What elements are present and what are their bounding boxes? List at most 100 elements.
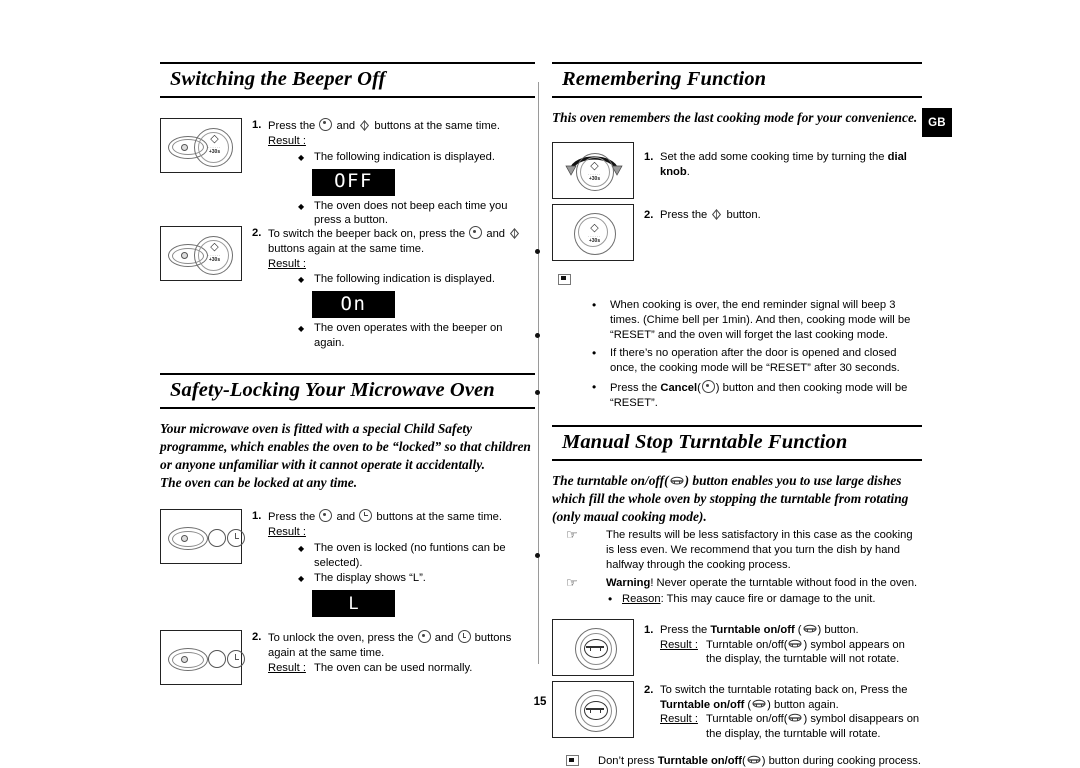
cancel-button-icon bbox=[701, 380, 715, 394]
left-column: Switching the Beeper Off ◇ ······ +30s 1… bbox=[160, 62, 535, 686]
page-number: 15 bbox=[533, 696, 547, 708]
cancel-button-icon bbox=[319, 117, 333, 131]
step-text-mid: and bbox=[486, 228, 506, 241]
step-body: 2. To unlock the oven, press the and but… bbox=[252, 630, 535, 675]
clock-button-icon bbox=[359, 509, 373, 523]
turntable-onoff-label: Turntable on/off bbox=[657, 755, 743, 768]
turntable-icon bbox=[747, 755, 761, 765]
step-text-before: Press the bbox=[660, 208, 708, 221]
turntable-onoff-label: Turntable on/off bbox=[710, 623, 795, 636]
start-button-icon bbox=[711, 208, 722, 220]
step-text-before: To switch the beeper back on, press the bbox=[268, 228, 466, 241]
bullet-text: The oven operates with the beeper on aga… bbox=[314, 322, 503, 350]
start-plus30-label: +30s bbox=[208, 257, 221, 264]
section-title-beeper: Switching the Beeper Off bbox=[160, 62, 535, 98]
step-text-before: To unlock the oven, press the bbox=[268, 632, 414, 645]
turntable-icon bbox=[803, 624, 817, 634]
result-bullets: ◆ The following indication is displayed. bbox=[296, 150, 535, 165]
note-before: Press the bbox=[610, 382, 658, 395]
turntable-hand-notes: ☞ The results will be less satisfactory … bbox=[552, 528, 922, 606]
step-text-after: ) button. bbox=[817, 623, 859, 636]
divider-dot bbox=[535, 553, 540, 558]
region-badge: GB bbox=[922, 108, 952, 137]
result-value: The oven can be used normally. bbox=[314, 661, 473, 674]
start-button-icon bbox=[359, 119, 370, 131]
start-glyph-icon: ◇ bbox=[210, 241, 219, 254]
warning-label: Warning bbox=[606, 577, 651, 590]
start-button-icon bbox=[509, 228, 520, 240]
cancel-button-icon bbox=[319, 509, 333, 523]
step-body: 1. Press the and buttons at the same tim… bbox=[252, 509, 535, 620]
cancel-dot-icon bbox=[181, 143, 188, 151]
divider-dot bbox=[535, 390, 540, 395]
warning-text: ! Never operate the turntable without fo… bbox=[650, 577, 918, 590]
bullet-text: The oven is locked (no funtions can be s… bbox=[314, 541, 506, 569]
manual-page: GB Switching the Beeper Off ◇ ······ +30… bbox=[0, 0, 1080, 767]
section-title-remembering: Remembering Function bbox=[552, 62, 922, 98]
turntable-leg bbox=[600, 708, 602, 713]
dot-bullet-icon: • bbox=[592, 346, 597, 361]
step-body: 1. Set the add some cooking time by turn… bbox=[644, 150, 922, 180]
diamond-bullet-icon: ◆ bbox=[298, 543, 305, 553]
lcd-display: On bbox=[312, 291, 395, 319]
bullet-text: The following indication is displayed. bbox=[314, 150, 495, 163]
footnote-after: ) button during cooking process. bbox=[761, 755, 921, 768]
step-row: 2. To switch the turntable rotating back… bbox=[552, 680, 922, 742]
note-icon bbox=[558, 273, 571, 285]
step-body: 2. To switch the turntable rotating back… bbox=[644, 683, 922, 742]
safety-lock-intro2: The oven can be locked at any time. bbox=[160, 475, 358, 491]
start-plus30-label: +30s bbox=[208, 148, 221, 155]
dial-knob-illustration: ◇ ······ +30s bbox=[552, 141, 634, 199]
bullet-text: The display shows “L”. bbox=[314, 572, 426, 585]
step-text-before: Set the add some cooking time by turning… bbox=[660, 150, 885, 163]
result-label: Result : bbox=[268, 526, 306, 539]
result-label: Result : bbox=[268, 257, 306, 270]
reason-line: Reason: This may cauce fire or damage to… bbox=[622, 592, 922, 607]
step-text: Press the and buttons at the same time. bbox=[268, 509, 535, 525]
turntable-icon bbox=[670, 473, 684, 485]
step-text-mid: and bbox=[336, 511, 356, 524]
turntable-intro-before: The turntable on/off( bbox=[552, 472, 669, 488]
step-number: 2. bbox=[644, 208, 654, 221]
turntable-button-illustration bbox=[552, 618, 634, 676]
result-value-a: Turntable on/off( bbox=[706, 638, 788, 651]
step-text-after: buttons at the same time. bbox=[376, 511, 502, 524]
control-panel-illustration bbox=[160, 509, 245, 565]
cancel-button-icon bbox=[168, 648, 208, 672]
footnote-before: Don’t press bbox=[598, 755, 655, 768]
step-text-before: Press the bbox=[268, 119, 316, 132]
result-bullets: ◆ The following indication is displayed. bbox=[296, 272, 535, 287]
note-text: When cooking is over, the end reminder s… bbox=[610, 298, 911, 341]
step-number: 1. bbox=[252, 118, 262, 131]
start-glyph-icon: ◇ bbox=[590, 159, 599, 172]
step-number: 1. bbox=[252, 510, 262, 523]
step-text: To unlock the oven, press the and button… bbox=[268, 630, 535, 661]
result-bullets: ◆ The oven is locked (no funtions can be … bbox=[296, 541, 535, 587]
result-value: Turntable on/off( ) symbol appears on th… bbox=[706, 638, 922, 668]
turntable-button-illustration bbox=[552, 680, 634, 738]
control-panel-illustration bbox=[160, 630, 245, 686]
right-column: Remembering Function This oven remembers… bbox=[552, 62, 922, 768]
cancel-button-icon bbox=[469, 226, 483, 240]
lcd-display: L bbox=[312, 590, 395, 618]
step-text-before: To switch the turntable rotating back on… bbox=[660, 683, 908, 696]
note-text: If there’s no operation after the door i… bbox=[610, 347, 900, 375]
dot-bullet-icon: • bbox=[592, 297, 597, 312]
control-panel-illustration: ◇ ······ +30s bbox=[160, 226, 242, 282]
step-row: 1. Press the Turntable on/off ( ) button… bbox=[552, 618, 922, 676]
result-label: Result : bbox=[660, 638, 698, 651]
cancel-button-icon bbox=[168, 527, 208, 551]
turntable-leg bbox=[590, 708, 592, 713]
clock-button-icon bbox=[227, 650, 245, 669]
safety-lock-intro: Your microwave oven is fitted with a spe… bbox=[160, 420, 531, 472]
step-text: Press the and buttons at the same time. bbox=[268, 117, 535, 134]
diamond-bullet-icon: ◆ bbox=[298, 275, 305, 285]
remembering-notes: • When cooking is over, the end reminder … bbox=[588, 298, 922, 411]
turntable-icon bbox=[788, 713, 802, 723]
dot-bullet-icon: • bbox=[592, 380, 597, 395]
control-panel-illustration: ◇ ······ +30s bbox=[160, 117, 242, 173]
cancel-label: Cancel bbox=[660, 382, 698, 395]
remembering-intro: This oven remembers the last cooking mod… bbox=[552, 109, 918, 125]
step-text: Set the add some cooking time by turning… bbox=[660, 150, 922, 180]
result-value-a: Turntable on/off( bbox=[706, 713, 788, 726]
